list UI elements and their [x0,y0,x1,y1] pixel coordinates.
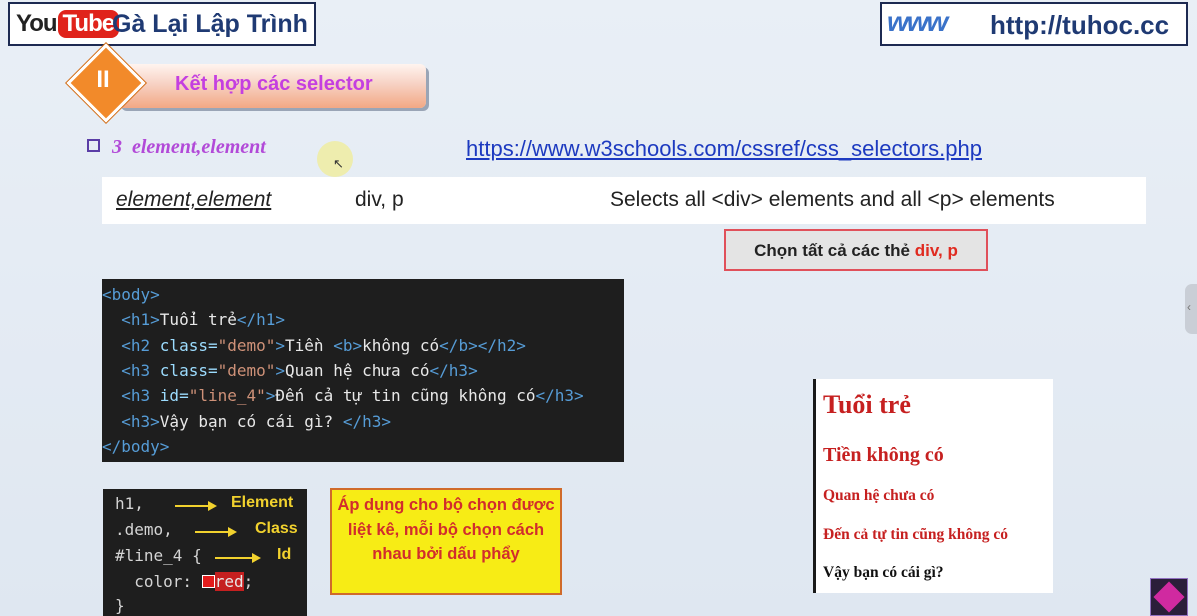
arrow-element-icon [175,505,209,507]
mouse-cursor-icon: ↖ [333,156,344,171]
code-token: Tiền [285,335,334,355]
code-token: class= [159,335,218,355]
selector-description: Selects all <div> elements and all <p> e… [610,188,1055,211]
code-token: "demo" [217,360,276,380]
css-value: red [214,572,244,591]
code-line: </body> [102,434,169,459]
selector-name: element,element [116,188,272,211]
label-element: Element [231,494,294,511]
label-id: Id [277,546,292,563]
css-code-block: h1, Element .demo, Class #line_4 { Id co… [103,489,307,616]
code-line: <body> [102,282,160,307]
arrow-head-element-icon [208,501,217,511]
arrow-class-icon [195,531,229,533]
arrow-head-class-icon [228,527,237,537]
note-prefix: Chọn tất cả các thẻ [754,241,915,260]
css-line-close: } [115,596,125,615]
arrow-head-id-icon [252,553,261,563]
code-token: Tuổi trẻ [159,310,237,330]
code-token: <b> [333,335,363,355]
code-token: </body> [102,436,170,456]
arrow-id-icon [215,557,253,559]
preview-h3-plain: Vậy bạn có cái gì? [823,564,944,581]
css-line-id: #line_4 { [115,546,202,565]
code-token: </h3> [535,386,584,406]
w3schools-link[interactable]: https://www.w3schools.com/cssref/css_sel… [466,136,982,162]
checkbox-bullet-icon [87,139,100,152]
channel-name: Gà Lại Lập Trình [112,10,308,38]
section-numeral: II [96,66,110,93]
section-title: Kết hợp các selector [175,73,373,95]
code-token: <h3 [102,386,160,406]
youtube-logo: You Tube [16,9,120,39]
code-token: </h3> [429,360,478,380]
chevron-left-icon[interactable]: ‹ [1187,300,1191,314]
code-token: "line_4" [188,386,266,406]
code-token: > [275,335,286,355]
css-line-h1: h1, [115,494,144,513]
site-url: http://tuhoc.cc [990,10,1170,40]
css-semicolon: ; [243,572,254,591]
preview-h3-line4: Đến cả tự tin cũng không có [823,526,1008,543]
code-line: <h2 class="demo">Tiền <b>không có</b></h… [102,333,526,358]
css-property: color: [115,572,202,591]
code-token: > [275,360,286,380]
code-token: "demo" [217,335,276,355]
code-token: </h1> [236,310,286,330]
code-token: id= [159,386,189,406]
code-line: <h3 id="line_4">Đến cả tự tin cũng không… [102,383,584,408]
css-line-color: color: red; [115,572,253,591]
preview-h1: Tuổi trẻ [823,390,911,419]
code-token: <body> [102,285,160,304]
code-token: </h3> [342,411,391,431]
bullet-heading: 3 element,element [112,136,266,158]
code-line: <h3 class="demo">Quan hệ chưa có</h3> [102,358,478,383]
css-line-demo: .demo, [115,520,173,539]
youtube-logo-you: You [16,10,58,37]
selector-example: div, p [355,188,404,211]
code-token: <h3 [102,360,160,380]
code-token: <h3> [102,411,160,431]
html-code-block: <body> <h1>Tuổi trẻ</h1> <h2 class="demo… [102,279,624,462]
code-line: <h3>Vậy bạn có cái gì? </h3> [102,409,391,434]
www-globe-logo: www [887,6,948,37]
explanation-text: Áp dụng cho bộ chọn được liệt kê, mỗi bộ… [337,496,555,563]
code-token: Quan hệ chưa có [285,360,430,380]
code-token: <h2 [102,335,160,355]
note-highlight: div, p [914,241,958,260]
code-token: Đến cả tự tin cũng không có [275,386,536,406]
color-swatch-icon [201,575,215,588]
youtube-logo-tube: Tube [57,10,120,38]
code-token: > [265,386,276,406]
code-line: <h1>Tuổi trẻ</h1> [102,307,285,332]
code-token: Vậy bạn có cái gì? [159,411,343,431]
code-token: <h1> [102,310,160,330]
code-token: không có [362,335,440,355]
code-token: </b></h2> [439,335,526,355]
preview-h3-demo: Quan hệ chưa có [823,487,935,504]
note-text: Chọn tất cả các thẻ div, p [724,241,988,261]
label-class: Class [255,520,298,537]
preview-h2: Tiền không có [823,444,944,466]
code-token: class= [159,360,218,380]
